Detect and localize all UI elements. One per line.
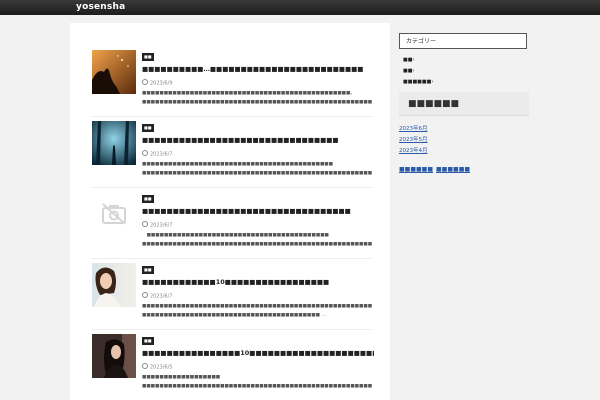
post-thumbnail[interactable] [92,192,136,236]
post-thumbnail[interactable] [92,50,136,94]
post-item[interactable]: ■■ ■■■■■■■■■■■■10■■■■■■■■■■■■■■■■■ 2023/… [92,259,372,330]
post-title[interactable]: ■■■■■■■■■■■■■■■■■■■■■■■■■■■■■■■■ [142,136,374,145]
post-excerpt: ■■■■■■■■■■■■■■■■■■■■■■■■■■■■■■■■■■■■■■■■… [142,304,372,318]
category-link[interactable]: ■■› [399,66,529,77]
post-date-text: 2023/6/7 [150,293,173,300]
post-date: 2023/6/5 [142,363,172,372]
site-title[interactable]: yosensha [76,1,125,14]
category-widget-heading: カテゴリー [399,33,527,49]
post-thumbnail[interactable] [92,263,136,307]
clock-icon [142,292,148,298]
post-title[interactable]: ■■■■■■■■■■■■■■■■10■■■■■■■■■■■■■■■■■■■■■■ [142,349,374,358]
category-link[interactable]: ■■› [399,55,529,66]
post-title[interactable]: ■■■■■■■■■■…■■■■■■■■■■■■■■■■■■■■■■■■■ [142,65,374,74]
post-title[interactable]: ■■■■■■■■■■■■■■■■■■■■■■■■■■■■■■■■■■ [142,207,374,216]
category-badge[interactable]: ■■ [142,124,154,132]
post-item[interactable]: ■■ ■■■■■■■■■■…■■■■■■■■■■■■■■■■■■■■■■■■■ … [92,46,372,117]
post-list: ■■ ■■■■■■■■■■…■■■■■■■■■■■■■■■■■■■■■■■■■ … [70,23,390,400]
clock-icon [142,150,148,156]
post-date-text: 2023/6/9 [150,80,173,87]
tag-link[interactable]: ■■■■■■ [436,166,470,173]
post-title[interactable]: ■■■■■■■■■■■■10■■■■■■■■■■■■■■■■■ [142,278,374,287]
post-date: 2023/6/7 [142,221,172,230]
post-date: 2023/6/7 [142,150,172,159]
category-link[interactable]: ■■■■■■› [399,77,529,88]
archive-link[interactable]: 2023年6月 [399,124,529,135]
category-badge[interactable]: ■■ [142,266,154,274]
category-badge[interactable]: ■■ [142,195,154,203]
forest-photo [92,121,136,165]
post-date-text: 2023/6/7 [150,222,173,229]
post-item[interactable]: ■■ ■■■■■■■■■■■■■■■■■■■■■■■■■■■■■■■■■■ 20… [92,188,372,259]
portrait-photo [92,334,136,378]
site-header: yosensha [0,0,600,15]
clock-icon [142,221,148,227]
tag-links: ■■■■■■ ■■■■■■ [399,166,529,173]
category-badge[interactable]: ■■ [142,53,154,61]
archive-link[interactable]: 2023年4月 [399,146,529,157]
post-item[interactable]: ■■ ■■■■■■■■■■■■■■■■10■■■■■■■■■■■■■■■■■■■… [92,330,374,400]
archive-link[interactable]: 2023年5月 [399,135,529,146]
portrait-photo [92,263,136,307]
sidebar: カテゴリー ■■› ■■› ■■■■■■› ■■■■■■ 2023年6月 202… [399,33,529,173]
post-excerpt: ■■■■■■■■■■■■■■■■■■■■■■■■■■■■■■■■■■■■■■■■… [142,233,372,247]
silhouette-photo [92,50,136,94]
clock-icon [142,363,148,369]
archive-widget-heading: ■■■■■■ [399,92,529,116]
post-thumbnail[interactable] [92,334,136,378]
category-list: ■■› ■■› ■■■■■■› [399,55,529,88]
post-excerpt: ■■■■■■■■■■■■■■■■■■ ■■■■■■■■■■■■■■■■■■■■■… [142,375,372,389]
post-thumbnail[interactable] [92,121,136,165]
post-excerpt: ■■■■■■■■■■■■■■■■■■■■■■■■■■■■■■■■■■■■■■■■… [142,91,372,105]
post-date: 2023/6/9 [142,79,172,88]
post-date-text: 2023/6/5 [150,364,173,371]
post-excerpt: ■■■■■■■■■■■■■■■■■■■■■■■■■■■■■■■■■■■■■■■■… [142,162,372,176]
post-date: 2023/6/7 [142,292,172,301]
archive-list: 2023年6月 2023年5月 2023年4月 [399,124,529,157]
post-item[interactable]: ■■ ■■■■■■■■■■■■■■■■■■■■■■■■■■■■■■■■ 2023… [92,117,372,188]
no-image-icon [102,203,126,225]
tag-link[interactable]: ■■■■■■ [399,166,433,173]
category-badge[interactable]: ■■ [142,337,154,345]
post-date-text: 2023/6/7 [150,151,173,158]
clock-icon [142,79,148,85]
